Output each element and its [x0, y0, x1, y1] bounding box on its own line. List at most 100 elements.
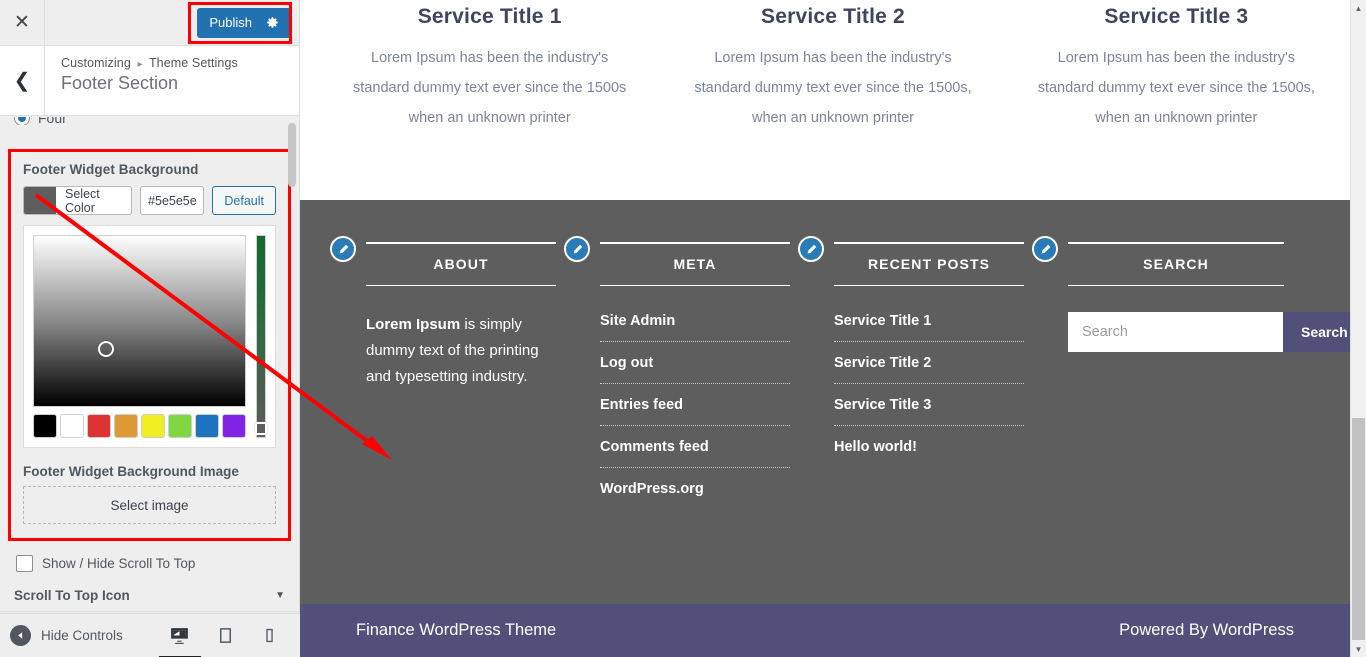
select-color-button[interactable]: Select Color: [23, 186, 133, 215]
chevron-down-icon: ▼: [275, 590, 285, 601]
close-icon[interactable]: ✕: [0, 0, 45, 45]
list-item[interactable]: Comments feed: [600, 438, 790, 468]
customizer-header: ✕ Publish: [0, 0, 299, 46]
palette-swatch[interactable]: [195, 414, 219, 438]
list-item[interactable]: Service Title 1: [834, 312, 1024, 342]
palette-swatch[interactable]: [168, 414, 192, 438]
palette-swatch[interactable]: [87, 414, 111, 438]
saturation-handle[interactable]: [98, 341, 114, 357]
scroll-to-top-checkbox-label: Show / Hide Scroll To Top: [42, 556, 196, 571]
footer-widget-body: Search: [1068, 312, 1366, 352]
select-image-button[interactable]: Select image: [23, 486, 276, 524]
controls-list: Four Footer Widget Background Select Col…: [0, 117, 299, 613]
customizer-footer: Hide Controls: [0, 613, 300, 657]
desktop-preview-icon[interactable]: [169, 625, 190, 646]
footer-widget-title: ABOUT: [366, 242, 556, 286]
sidebar-scrollbar[interactable]: [288, 123, 296, 187]
palette-swatch[interactable]: [33, 414, 57, 438]
service-text: Lorem Ipsum has been the industry's stan…: [694, 50, 972, 126]
recent-post-link[interactable]: Service Title 3: [834, 397, 931, 413]
search-input[interactable]: [1068, 312, 1283, 352]
breadcrumb-root[interactable]: Customizing: [61, 56, 131, 70]
hue-slider[interactable]: [255, 235, 267, 438]
edit-pencil-icon[interactable]: [564, 236, 590, 262]
footer-widget-area: ABOUT Lorem Ipsum is simply dummy text o…: [300, 200, 1366, 604]
hue-column: [255, 235, 267, 438]
about-paragraph: Lorem Ipsum is simply dummy text of the …: [366, 312, 556, 390]
meta-link[interactable]: WordPress.org: [600, 481, 704, 497]
palette-swatch[interactable]: [60, 414, 84, 438]
footer-widget-body: Lorem Ipsum is simply dummy text of the …: [366, 312, 556, 390]
preview-scrollbar-thumb[interactable]: [1352, 418, 1365, 640]
color-hex-input[interactable]: [140, 186, 205, 215]
breadcrumb-parent[interactable]: Theme Settings: [149, 56, 238, 70]
palette-swatch[interactable]: [141, 414, 165, 438]
hide-controls-button[interactable]: Hide Controls: [10, 625, 123, 646]
footer-widget-recent-posts: RECENT POSTS Service Title 1 Service Tit…: [798, 236, 1046, 604]
footer-widget-title: SEARCH: [1068, 242, 1284, 286]
scroll-to-top-checkbox[interactable]: [16, 555, 33, 572]
edit-pencil-icon[interactable]: [330, 236, 356, 262]
scroll-down-arrow-icon[interactable]: ▼: [1351, 641, 1366, 657]
saturation-column: [33, 235, 246, 438]
breadcrumb: Customizing ▸ Theme Settings: [61, 56, 238, 70]
palette-swatch[interactable]: [114, 414, 138, 438]
meta-link[interactable]: Log out: [600, 355, 653, 371]
publish-button[interactable]: Publish: [197, 7, 291, 38]
list-item[interactable]: Hello world!: [834, 438, 1024, 467]
customizer-screen: ✕ Publish ❮ Customizing ▸ Theme Settings…: [0, 0, 1366, 657]
list-item[interactable]: Service Title 3: [834, 396, 1024, 426]
default-color-button[interactable]: Default: [212, 186, 276, 215]
footer-bottom-bar: Finance WordPress Theme Powered By WordP…: [300, 604, 1350, 657]
recent-post-link[interactable]: Service Title 2: [834, 355, 931, 371]
list-item[interactable]: Service Title 2: [834, 354, 1024, 384]
service-text: Lorem Ipsum has been the industry's stan…: [1037, 50, 1315, 126]
footer-widget-title: RECENT POSTS: [834, 242, 1024, 286]
footer-widget-search: SEARCH Search: [1032, 236, 1366, 604]
service-text: Lorem Ipsum has been the industry's stan…: [353, 50, 627, 126]
edit-pencil-icon[interactable]: [1032, 236, 1058, 262]
gear-icon[interactable]: [266, 16, 279, 29]
footer-theme-name: Finance WordPress Theme: [356, 621, 557, 639]
recent-post-link[interactable]: Service Title 1: [834, 313, 931, 329]
meta-link[interactable]: Site Admin: [600, 313, 675, 329]
section-scroll-to-top-icon[interactable]: Scroll To Top Icon ▼: [0, 572, 299, 612]
publish-area: Publish: [188, 0, 299, 45]
footer-widget-about: ABOUT Lorem Ipsum is simply dummy text o…: [330, 236, 578, 604]
scroll-up-arrow-icon[interactable]: ▲: [1351, 0, 1366, 16]
service-card: Service Title 1 Lorem Ipsum has been the…: [318, 0, 661, 200]
color-picker-popup: [23, 225, 276, 448]
palette-swatch[interactable]: [222, 414, 246, 438]
list-item[interactable]: Log out: [600, 354, 790, 384]
hue-slider-handle[interactable]: [255, 422, 267, 435]
search-form: Search: [1068, 312, 1366, 352]
service-card: Service Title 2 Lorem Ipsum has been the…: [661, 0, 1004, 200]
list-item[interactable]: Site Admin: [600, 312, 790, 342]
meta-link[interactable]: Comments feed: [600, 439, 709, 455]
color-palette: [33, 414, 246, 438]
back-button[interactable]: ❮: [0, 46, 45, 115]
footer-widget-title: META: [600, 242, 790, 286]
radio-option-four[interactable]: Four: [0, 117, 299, 125]
list-item[interactable]: WordPress.org: [600, 480, 790, 509]
about-strong: Lorem Ipsum: [366, 316, 461, 333]
mobile-preview-icon[interactable]: [261, 627, 278, 644]
customizer-sidebar: ✕ Publish ❮ Customizing ▸ Theme Settings…: [0, 0, 300, 657]
footer-widget-meta: META Site Admin Log out Entries feed Com…: [564, 236, 812, 604]
preview-scrollbar[interactable]: ▲ ▼: [1350, 0, 1366, 657]
hide-controls-label: Hide Controls: [41, 628, 123, 643]
footer-widget-body: Service Title 1 Service Title 2 Service …: [834, 312, 1024, 467]
saturation-value-area[interactable]: [33, 235, 246, 407]
recent-post-link[interactable]: Hello world!: [834, 439, 917, 455]
footer-widget-background-image-label: Footer Widget Background Image: [23, 464, 239, 479]
services-row: Service Title 1 Lorem Ipsum has been the…: [300, 0, 1366, 200]
list-item[interactable]: Entries feed: [600, 396, 790, 426]
recent-posts-list: Service Title 1 Service Title 2 Service …: [834, 312, 1024, 467]
footer-powered-by: Powered By WordPress: [1119, 621, 1294, 639]
edit-pencil-icon[interactable]: [798, 236, 824, 262]
section-scroll-to-top-icon-label: Scroll To Top Icon: [14, 588, 130, 603]
meta-link[interactable]: Entries feed: [600, 397, 683, 413]
select-color-label: Select Color: [65, 186, 100, 215]
scroll-to-top-checkbox-row[interactable]: Show / Hide Scroll To Top: [0, 541, 299, 572]
tablet-preview-icon[interactable]: [216, 626, 235, 645]
